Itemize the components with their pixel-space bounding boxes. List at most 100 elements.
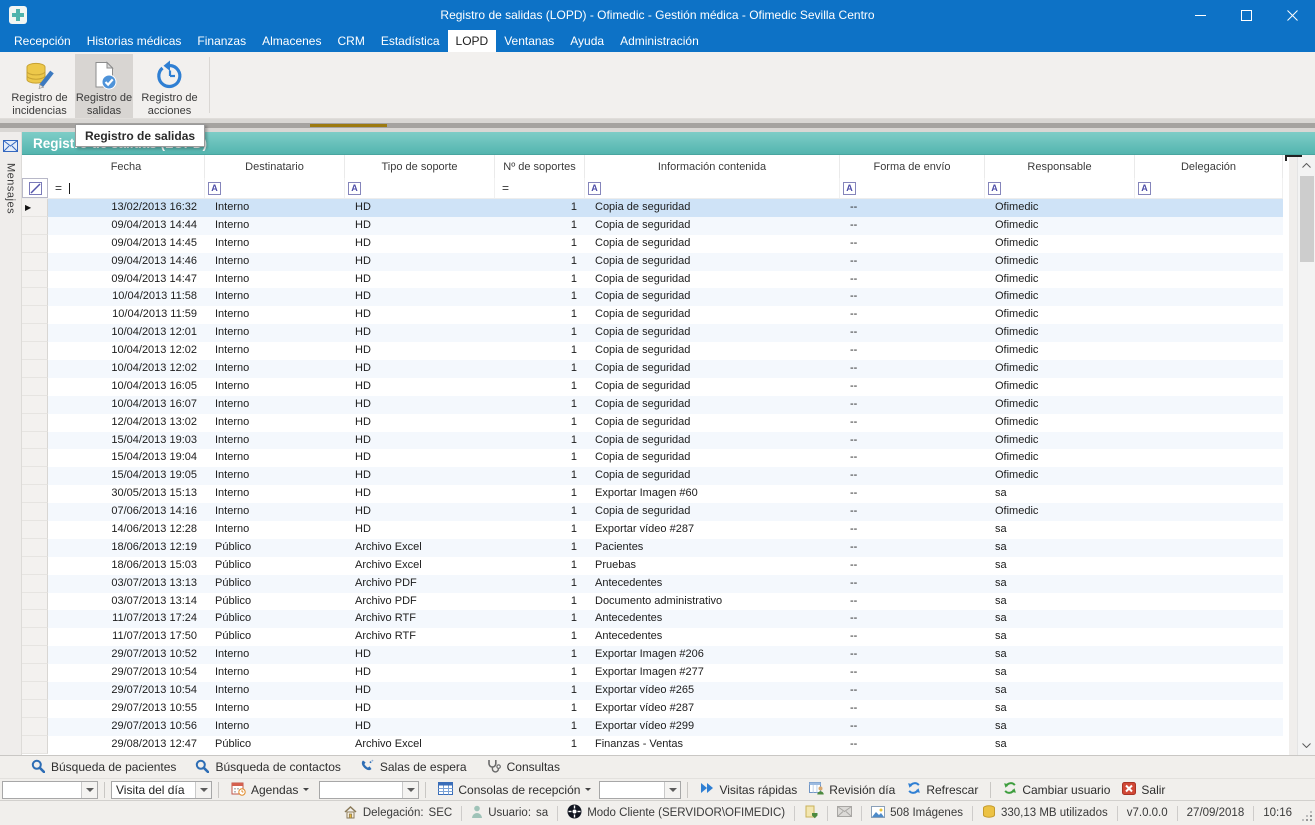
table-row[interactable]: 10/04/2013 16:05InternoHD1Copia de segur… bbox=[22, 378, 1283, 396]
refrescar-button[interactable]: Refrescar bbox=[901, 781, 984, 798]
registro-incidencias-button[interactable]: Registro de incidencias bbox=[6, 54, 73, 118]
vertical-scrollbar[interactable] bbox=[1297, 155, 1315, 755]
combo-field-3[interactable] bbox=[319, 781, 419, 799]
column-header-información-contenida[interactable]: Información contenida bbox=[585, 155, 840, 178]
filter-cell-fecha[interactable]: = bbox=[48, 178, 205, 198]
column-header-delegación[interactable]: Delegación bbox=[1135, 155, 1283, 178]
filter-cell-información-contenida[interactable]: A bbox=[585, 178, 840, 198]
table-row[interactable]: 11/07/2013 17:50PúblicoArchivo RTF1Antec… bbox=[22, 628, 1283, 646]
table-row[interactable]: 10/04/2013 11:58InternoHD1Copia de segur… bbox=[22, 288, 1283, 306]
column-header-tipo-de-soporte[interactable]: Tipo de soporte bbox=[345, 155, 495, 178]
status-mail[interactable] bbox=[828, 806, 861, 820]
maximize-button[interactable] bbox=[1223, 0, 1269, 30]
table-row[interactable]: 11/07/2013 17:24PúblicoArchivo RTF1Antec… bbox=[22, 610, 1283, 628]
busqueda-contactos-button[interactable]: Búsqueda de contactos bbox=[195, 759, 340, 776]
table-row[interactable]: 07/06/2013 14:16InternoHD1Copia de segur… bbox=[22, 503, 1283, 521]
table-row[interactable]: 29/08/2013 12:47PúblicoArchivo Excel1Fin… bbox=[22, 736, 1283, 754]
table-row[interactable]: 09/04/2013 14:46InternoHD1Copia de segur… bbox=[22, 253, 1283, 271]
text-filter-icon[interactable]: A bbox=[1138, 182, 1151, 195]
resize-grip[interactable] bbox=[1301, 801, 1315, 825]
table-row[interactable]: 03/07/2013 13:14PúblicoArchivo PDF1Docum… bbox=[22, 593, 1283, 611]
chevron-down-icon[interactable] bbox=[81, 782, 97, 798]
scroll-down-icon[interactable] bbox=[1302, 738, 1311, 752]
table-row[interactable]: ▶13/02/2013 16:32InternoHD1Copia de segu… bbox=[22, 199, 1283, 217]
menu-tab-administración[interactable]: Administración bbox=[612, 30, 707, 52]
table-row[interactable]: 29/07/2013 10:55InternoHD1Exportar vídeo… bbox=[22, 700, 1283, 718]
table-row[interactable]: 29/07/2013 10:54InternoHD1Exportar Image… bbox=[22, 664, 1283, 682]
combo-field-1[interactable] bbox=[2, 781, 98, 799]
visita-del-dia-combo[interactable]: Visita del día bbox=[111, 781, 212, 799]
text-filter-icon[interactable]: A bbox=[988, 182, 1001, 195]
cell-delegación bbox=[1135, 271, 1283, 289]
column-header-nº-de-soportes[interactable]: Nº de soportes bbox=[495, 155, 585, 178]
text-filter-icon[interactable]: A bbox=[843, 182, 856, 195]
table-row[interactable]: 18/06/2013 12:19PúblicoArchivo Excel1Pac… bbox=[22, 539, 1283, 557]
table-row[interactable]: 14/06/2013 12:28InternoHD1Exportar vídeo… bbox=[22, 521, 1283, 539]
table-row[interactable]: 15/04/2013 19:03InternoHD1Copia de segur… bbox=[22, 432, 1283, 450]
combo-field-4[interactable] bbox=[599, 781, 681, 799]
chevron-down-icon[interactable] bbox=[664, 782, 680, 798]
table-row[interactable]: 10/04/2013 12:01InternoHD1Copia de segur… bbox=[22, 324, 1283, 342]
table-row[interactable]: 10/04/2013 12:02InternoHD1Copia de segur… bbox=[22, 360, 1283, 378]
chevron-down-icon[interactable] bbox=[402, 782, 418, 798]
filter-cell-forma-de-envío[interactable]: A bbox=[840, 178, 985, 198]
table-row[interactable]: 30/05/2013 15:13InternoHD1Exportar Image… bbox=[22, 485, 1283, 503]
registro-salidas-button[interactable]: Registro de salidas bbox=[75, 54, 133, 118]
salir-button[interactable]: Salir bbox=[1116, 782, 1171, 798]
table-row[interactable]: 18/06/2013 15:03PúblicoArchivo Excel1Pru… bbox=[22, 557, 1283, 575]
sidebar-tab-mensajes[interactable]: Mensajes bbox=[0, 132, 22, 755]
table-row[interactable]: 09/04/2013 14:45InternoHD1Copia de segur… bbox=[22, 235, 1283, 253]
table-row[interactable]: 15/04/2013 19:05InternoHD1Copia de segur… bbox=[22, 467, 1283, 485]
cambiar-usuario-button[interactable]: Cambiar usuario bbox=[997, 781, 1116, 798]
table-row[interactable]: 10/04/2013 12:02InternoHD1Copia de segur… bbox=[22, 342, 1283, 360]
busqueda-pacientes-button[interactable]: Búsqueda de pacientes bbox=[31, 759, 176, 776]
column-header-fecha[interactable]: Fecha bbox=[48, 155, 205, 178]
table-row[interactable]: 29/07/2013 10:52InternoHD1Exportar Image… bbox=[22, 646, 1283, 664]
text-filter-icon[interactable]: A bbox=[348, 182, 361, 195]
table-row[interactable]: 10/04/2013 11:59InternoHD1Copia de segur… bbox=[22, 306, 1283, 324]
menu-tab-crm[interactable]: CRM bbox=[329, 30, 372, 52]
table-row[interactable]: 09/04/2013 14:47InternoHD1Copia de segur… bbox=[22, 271, 1283, 289]
filter-cell-nº-de-soportes[interactable]: = bbox=[495, 178, 585, 198]
filter-cell-tipo-de-soporte[interactable]: A bbox=[345, 178, 495, 198]
table-row[interactable]: 03/07/2013 13:13PúblicoArchivo PDF1Antec… bbox=[22, 575, 1283, 593]
filter-cell-delegación[interactable]: A bbox=[1135, 178, 1283, 198]
table-row[interactable]: 12/04/2013 13:02InternoHD1Copia de segur… bbox=[22, 414, 1283, 432]
column-header-responsable[interactable]: Responsable bbox=[985, 155, 1135, 178]
consolas-recepcion-button[interactable]: Consolas de recepción bbox=[432, 782, 597, 798]
registro-acciones-button[interactable]: Registro de acciones bbox=[135, 54, 204, 118]
revision-dia-button[interactable]: Revisión día bbox=[803, 781, 901, 798]
menu-tab-almacenes[interactable]: Almacenes bbox=[254, 30, 329, 52]
consultas-button[interactable]: Consultas bbox=[486, 759, 560, 776]
column-header-destinatario[interactable]: Destinatario bbox=[205, 155, 345, 178]
filter-cell-destinatario[interactable]: A bbox=[205, 178, 345, 198]
chevron-down-icon[interactable] bbox=[195, 782, 211, 798]
text-filter-icon[interactable]: A bbox=[208, 182, 221, 195]
table-row[interactable]: 10/04/2013 16:07InternoHD1Copia de segur… bbox=[22, 396, 1283, 414]
menu-tab-ventanas[interactable]: Ventanas bbox=[496, 30, 562, 52]
filter-edit-icon[interactable] bbox=[22, 178, 48, 198]
cell-responsable: Ofimedic bbox=[985, 449, 1135, 467]
menu-tab-historias-médicas[interactable]: Historias médicas bbox=[79, 30, 190, 52]
table-row[interactable]: 09/04/2013 14:44InternoHD1Copia de segur… bbox=[22, 217, 1283, 235]
salas-espera-button[interactable]: Salas de espera bbox=[360, 759, 467, 776]
menu-tab-lopd[interactable]: LOPD bbox=[448, 30, 497, 52]
table-row[interactable]: 29/07/2013 10:54InternoHD1Exportar vídeo… bbox=[22, 682, 1283, 700]
text-filter-icon[interactable]: A bbox=[588, 182, 601, 195]
filter-cell-responsable[interactable]: A bbox=[985, 178, 1135, 198]
status-doc-transfer[interactable] bbox=[795, 805, 827, 822]
menu-tab-estadística[interactable]: Estadística bbox=[373, 30, 448, 52]
visitas-rapidas-button[interactable]: Visitas rápidas bbox=[694, 782, 803, 797]
table-row[interactable]: 15/04/2013 19:04InternoHD1Copia de segur… bbox=[22, 449, 1283, 467]
close-button[interactable] bbox=[1269, 0, 1315, 30]
scroll-up-icon[interactable] bbox=[1302, 158, 1311, 172]
minimize-button[interactable] bbox=[1177, 0, 1223, 30]
scrollbar-thumb[interactable] bbox=[1300, 176, 1314, 262]
table-row[interactable]: 29/07/2013 10:56InternoHD1Exportar vídeo… bbox=[22, 718, 1283, 736]
cell-fecha: 10/04/2013 16:07 bbox=[48, 396, 205, 414]
menu-tab-ayuda[interactable]: Ayuda bbox=[562, 30, 612, 52]
column-header-forma-de-envío[interactable]: Forma de envío bbox=[840, 155, 985, 178]
menu-tab-recepción[interactable]: Recepción bbox=[6, 30, 79, 52]
agendas-button[interactable]: Agendas bbox=[225, 781, 315, 799]
menu-tab-finanzas[interactable]: Finanzas bbox=[189, 30, 254, 52]
